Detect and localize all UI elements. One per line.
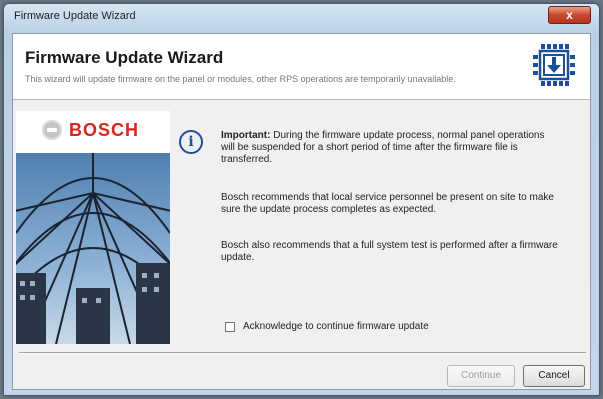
wizard-client-area: Firmware Update Wizard This wizard will … <box>12 33 591 390</box>
brand-name: BOSCH <box>69 119 140 140</box>
important-text: During the firmware update process, norm… <box>221 130 545 165</box>
bosch-logo-icon <box>42 120 62 140</box>
firmware-chip-download-icon <box>533 44 575 86</box>
continue-button[interactable]: Continue <box>447 365 515 387</box>
close-icon: x <box>566 8 573 22</box>
title-bar[interactable]: Firmware Update Wizard x <box>4 4 599 32</box>
footer-divider <box>19 352 586 354</box>
bosch-brand: BOSCH <box>42 119 139 141</box>
info-icon: i <box>179 130 203 154</box>
important-notice: Important: During the firmware update pr… <box>221 130 559 166</box>
wizard-window: Firmware Update Wizard x Firmware Update… <box>3 3 600 396</box>
acknowledge-checkbox[interactable] <box>225 321 235 332</box>
page-subtitle: This wizard will update firmware on the … <box>25 74 456 84</box>
close-button[interactable]: x <box>548 6 591 24</box>
window-title: Firmware Update Wizard <box>14 10 136 22</box>
page-title: Firmware Update Wizard <box>25 48 224 67</box>
cancel-button[interactable]: Cancel <box>523 365 585 387</box>
wizard-header: Firmware Update Wizard This wizard will … <box>13 34 590 100</box>
important-label: Important: <box>221 130 271 141</box>
recommendation-system-test: Bosch also recommends that a full system… <box>221 240 558 263</box>
dome-building-image <box>16 153 170 344</box>
acknowledge-label[interactable]: Acknowledge to continue firmware update <box>243 321 429 332</box>
recommendation-personnel: Bosch recommends that local service pers… <box>221 192 554 215</box>
acknowledge-row[interactable]: Acknowledge to continue firmware update <box>225 321 429 332</box>
bosch-side-panel: BOSCH <box>16 111 170 344</box>
